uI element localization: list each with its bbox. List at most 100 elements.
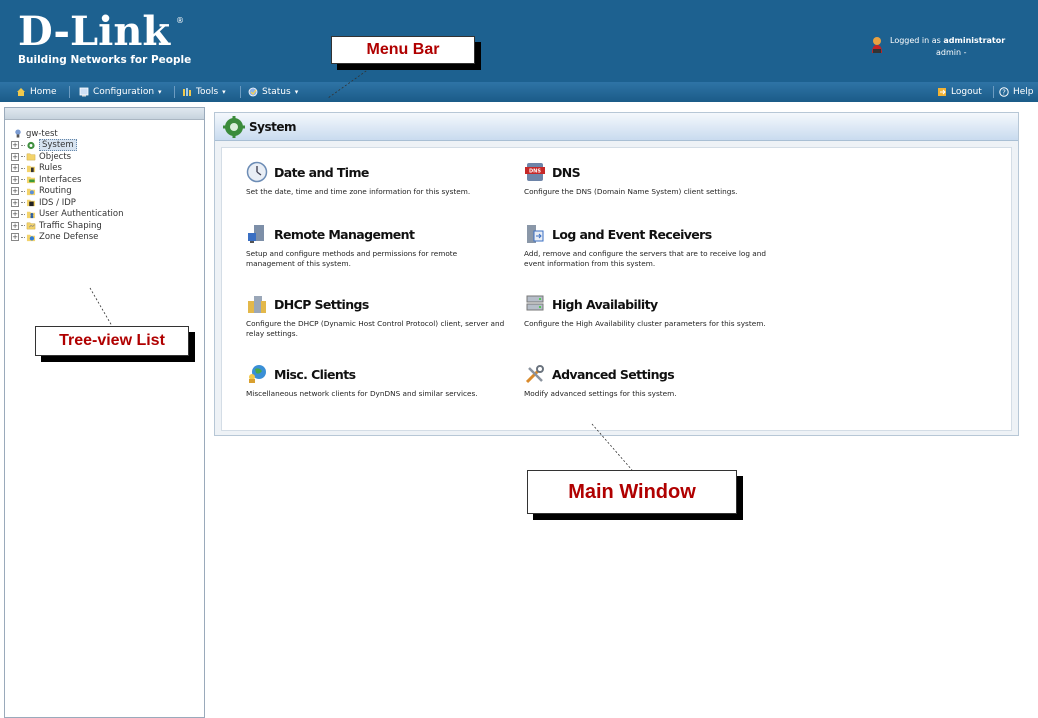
system-item-misc-clients[interactable]: Misc. Clients Miscellaneous network clie…: [246, 362, 506, 399]
system-item-dns[interactable]: DNS DNS Configure the DNS (Domain Name S…: [524, 160, 784, 197]
menu-status[interactable]: Status ▾: [248, 85, 298, 99]
item-title[interactable]: Advanced Settings: [552, 367, 675, 382]
expand-icon[interactable]: +: [11, 175, 19, 184]
interfaces-icon: [26, 177, 36, 184]
tree-root-label: gw-test: [26, 128, 58, 139]
system-item-advanced-settings[interactable]: Advanced Settings Modify advanced settin…: [524, 362, 784, 399]
item-title[interactable]: Remote Management: [274, 227, 415, 242]
help-icon: ?: [999, 87, 1009, 97]
system-item-dhcp-settings[interactable]: DHCP Settings Configure the DHCP (Dynami…: [246, 292, 506, 339]
clock-icon: [246, 161, 268, 183]
menu-bar: Home Configuration ▾ Tools ▾ Status ▾ Lo…: [0, 82, 1038, 102]
dhcp-icon: [248, 296, 266, 313]
main-title-bar: System: [215, 113, 1018, 141]
expand-icon[interactable]: +: [11, 164, 19, 173]
tree-view-list: gw-test + System + Objects + Rules + Int…: [5, 120, 204, 243]
tree-root-gw-test[interactable]: gw-test: [11, 128, 204, 140]
help-label: Help: [1013, 87, 1034, 97]
expand-icon[interactable]: +: [11, 187, 19, 196]
help-button[interactable]: ? Help: [999, 85, 1034, 99]
expand-icon[interactable]: +: [11, 233, 19, 242]
header-bar: D-Link ® Building Networks for People Lo…: [0, 0, 1038, 82]
tree-view-panel: gw-test + System + Objects + Rules + Int…: [4, 107, 205, 718]
home-icon: [17, 88, 25, 96]
expand-icon[interactable]: +: [11, 141, 19, 150]
expand-icon[interactable]: +: [11, 210, 19, 219]
item-title[interactable]: DHCP Settings: [274, 297, 369, 312]
dlink-logo: D-Link ® Building Networks for People: [18, 8, 192, 67]
tree-item-label: Objects: [39, 151, 72, 162]
tree-item-system[interactable]: + System: [11, 139, 204, 152]
logo-tagline: Building Networks for People: [18, 54, 192, 66]
tree-item-label: Traffic Shaping: [39, 220, 102, 231]
user-icon: [872, 37, 882, 53]
item-description: Setup and configure methods and permissi…: [246, 249, 458, 268]
system-gear-icon: [27, 141, 35, 149]
logo-registered-mark: ®: [176, 16, 184, 25]
main-content-area: Date and Time Set the date, time and tim…: [221, 147, 1012, 431]
system-item-log-and-event-receivers[interactable]: Log and Event Receivers Add, remove and …: [524, 222, 784, 269]
menu-separator: [174, 86, 175, 98]
tree-item-traffic-shaping[interactable]: + Traffic Shaping: [11, 220, 204, 232]
tree-item-interfaces[interactable]: + Interfaces: [11, 174, 204, 186]
configuration-icon: [79, 87, 89, 97]
menu-tools[interactable]: Tools ▾: [182, 85, 226, 99]
login-role: admin -: [936, 48, 967, 57]
item-description: Set the date, time and time zone informa…: [246, 187, 471, 196]
app-window: D-Link ® Building Networks for People Lo…: [0, 0, 1038, 718]
menu-separator: [993, 86, 994, 98]
status-icon: [248, 87, 258, 97]
page-title: System: [249, 119, 297, 134]
item-title[interactable]: Misc. Clients: [274, 367, 356, 382]
item-description: Configure the DNS (Domain Name System) c…: [524, 187, 738, 196]
expand-icon[interactable]: +: [11, 198, 19, 207]
expand-icon[interactable]: +: [11, 152, 19, 161]
item-description: Configure the DHCP (Dynamic Host Control…: [246, 319, 505, 338]
item-title[interactable]: DNS: [552, 165, 581, 180]
main-window-panel: System Date and Time Set the date, time …: [214, 112, 1019, 436]
callout-main-window: Main Window: [527, 470, 737, 514]
item-title[interactable]: High Availability: [552, 297, 658, 312]
expand-icon[interactable]: +: [11, 221, 19, 230]
chevron-down-icon: ▾: [222, 88, 226, 96]
ids-idp-icon: [26, 200, 36, 207]
tree-item-routing[interactable]: + Routing: [11, 186, 204, 198]
system-item-remote-management[interactable]: Remote Management Setup and configure me…: [246, 222, 506, 269]
item-title[interactable]: Date and Time: [274, 165, 369, 180]
login-username: administrator: [943, 36, 1006, 45]
tree-item-ids-idp[interactable]: + IDS / IDP: [11, 197, 204, 209]
gateway-icon: [15, 129, 21, 138]
menu-configuration[interactable]: Configuration ▾: [79, 85, 162, 99]
logo-text: D-Link: [18, 8, 171, 55]
tree-item-label: Rules: [39, 163, 62, 174]
chevron-down-icon: ▾: [158, 88, 162, 96]
tree-item-user-authentication[interactable]: + User Authentication: [11, 209, 204, 221]
zone-defense-icon: [26, 234, 36, 241]
tree-item-label: User Authentication: [39, 209, 124, 220]
tree-item-rules[interactable]: + Rules: [11, 163, 204, 175]
svg-text:?: ?: [1002, 89, 1006, 97]
svg-text:DNS: DNS: [529, 169, 541, 175]
item-title[interactable]: Log and Event Receivers: [552, 227, 712, 242]
tree-item-label: IDS / IDP: [39, 197, 76, 208]
logout-button[interactable]: Logout: [937, 85, 982, 99]
menu-separator: [240, 86, 241, 98]
high-availability-icon: [526, 295, 544, 311]
tree-panel-header: [5, 108, 204, 120]
logout-label: Logout: [951, 87, 982, 97]
item-description: Miscellaneous network clients for DynDNS…: [246, 389, 478, 398]
tree-item-zone-defense[interactable]: + Zone Defense: [11, 232, 204, 244]
tree-item-objects[interactable]: + Objects: [11, 151, 204, 163]
tree-item-label: Routing: [39, 186, 72, 197]
system-item-date-and-time[interactable]: Date and Time Set the date, time and tim…: [246, 160, 506, 197]
item-description: Modify advanced settings for this system…: [524, 389, 677, 398]
folder-icon: [26, 153, 36, 161]
menu-home[interactable]: Home: [16, 85, 57, 99]
routing-icon: [26, 188, 36, 195]
rules-icon: [26, 165, 36, 172]
menu-tools-label: Tools: [196, 87, 219, 97]
menu-home-label: Home: [30, 87, 57, 97]
system-item-high-availability[interactable]: High Availability Configure the High Ava…: [524, 292, 784, 329]
login-line: Logged in as administrator: [890, 36, 1006, 45]
traffic-shaping-icon: [26, 222, 36, 230]
